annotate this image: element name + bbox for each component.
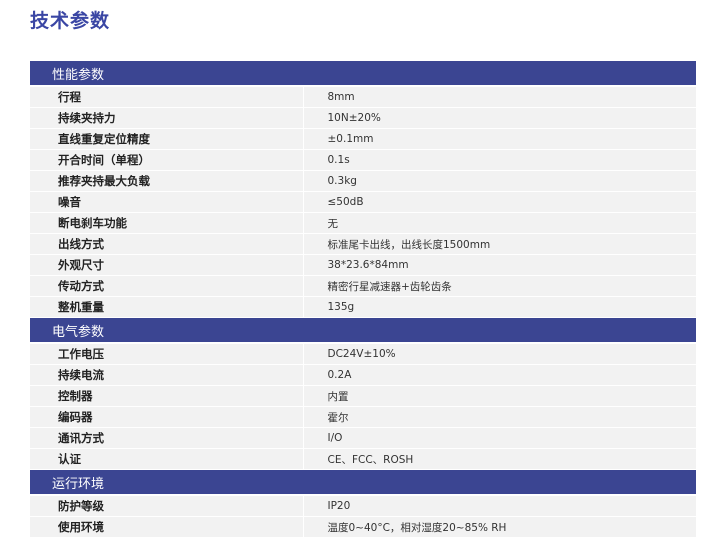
- param-label: 外观尺寸: [30, 254, 303, 276]
- table-row: 出线方式 标准尾卡出线，出线长度1500mm: [30, 233, 697, 255]
- param-value: 无: [302, 212, 697, 234]
- param-value: IP20: [302, 495, 697, 517]
- param-label: 编码器: [30, 406, 303, 428]
- param-label: 直线重复定位精度: [30, 128, 303, 150]
- param-value: 温度0~40°C，相对湿度20~85% RH: [302, 516, 697, 538]
- param-value: 霍尔: [302, 406, 697, 428]
- table-row: 工作电压 DC24V±10%: [30, 343, 697, 365]
- table-row: 控制器 内置: [30, 385, 697, 407]
- param-label: 防护等级: [30, 495, 303, 517]
- param-label: 控制器: [30, 385, 303, 407]
- param-label: 整机重量: [30, 296, 303, 318]
- param-value: ≤50dB: [302, 191, 697, 213]
- table-row: 噪音 ≤50dB: [30, 191, 697, 213]
- table-row: 持续夹持力 10N±20%: [30, 107, 697, 129]
- param-label: 开合时间（单程）: [30, 149, 303, 171]
- param-label: 出线方式: [30, 233, 303, 255]
- table-row: 整机重量 135g: [30, 296, 697, 318]
- section-title: 运行环境: [30, 469, 697, 496]
- table-row: 外观尺寸 38*23.6*84mm: [30, 254, 697, 276]
- param-label: 推荐夹持最大负载: [30, 170, 303, 192]
- table-row: 防护等级 IP20: [30, 495, 697, 517]
- spec-table: 性能参数 行程 8mm 持续夹持力 10N±20% 直线重复定位精度 ±0.1mm 开…: [30, 61, 697, 538]
- param-value: 8mm: [302, 86, 697, 108]
- page-title: 技术参数: [30, 10, 111, 32]
- param-value: 135g: [302, 296, 697, 318]
- section-header-performance: 性能参数: [30, 61, 697, 87]
- param-value: DC24V±10%: [302, 343, 697, 365]
- table-row: 断电刹车功能无: [30, 212, 697, 234]
- param-label: 传动方式: [30, 275, 303, 297]
- param-value: 0.2A: [302, 364, 697, 386]
- section-header-electrical: 电气参数: [30, 317, 697, 344]
- param-label: 噪音: [30, 191, 303, 213]
- param-label: 行程: [30, 86, 303, 108]
- section-title: 性能参数: [30, 61, 697, 87]
- param-label: 认证: [30, 448, 303, 470]
- table-row: 使用环境 温度0~40°C，相对湿度20~85% RH: [30, 516, 697, 538]
- param-value: 内置: [302, 385, 697, 407]
- table-row: 通讯方式 I/O: [30, 427, 697, 449]
- param-value: 0.3kg: [302, 170, 697, 192]
- table-row: 传动方式 精密行星减速器+齿轮齿条: [30, 275, 697, 297]
- param-label: 持续电流: [30, 364, 303, 386]
- param-value: 38*23.6*84mm: [302, 254, 697, 276]
- param-label: 断电刹车功能: [30, 212, 303, 234]
- param-value: 10N±20%: [302, 107, 697, 129]
- param-value: CE、FCC、ROSH: [302, 448, 697, 470]
- table-row: 认证 CE、FCC、ROSH: [30, 448, 697, 470]
- param-value: ±0.1mm: [302, 128, 697, 150]
- table-row: 持续电流 0.2A: [30, 364, 697, 386]
- param-label: 使用环境: [30, 516, 303, 538]
- table-row: 推荐夹持最大负载 0.3kg: [30, 170, 697, 192]
- section-header-environment: 运行环境: [30, 469, 697, 496]
- table-row: 行程 8mm: [30, 86, 697, 108]
- param-label: 工作电压: [30, 343, 303, 365]
- param-value: I/O: [302, 427, 697, 449]
- section-title: 电气参数: [30, 317, 697, 344]
- param-value: 标准尾卡出线，出线长度1500mm: [302, 233, 697, 255]
- table-row: 直线重复定位精度 ±0.1mm: [30, 128, 697, 150]
- param-value: 精密行星减速器+齿轮齿条: [302, 275, 697, 297]
- param-value: 0.1s: [302, 149, 697, 171]
- table-row: 编码器 霍尔: [30, 406, 697, 428]
- table-row: 开合时间（单程） 0.1s: [30, 149, 697, 171]
- param-label: 持续夹持力: [30, 107, 303, 129]
- param-label: 通讯方式: [30, 427, 303, 449]
